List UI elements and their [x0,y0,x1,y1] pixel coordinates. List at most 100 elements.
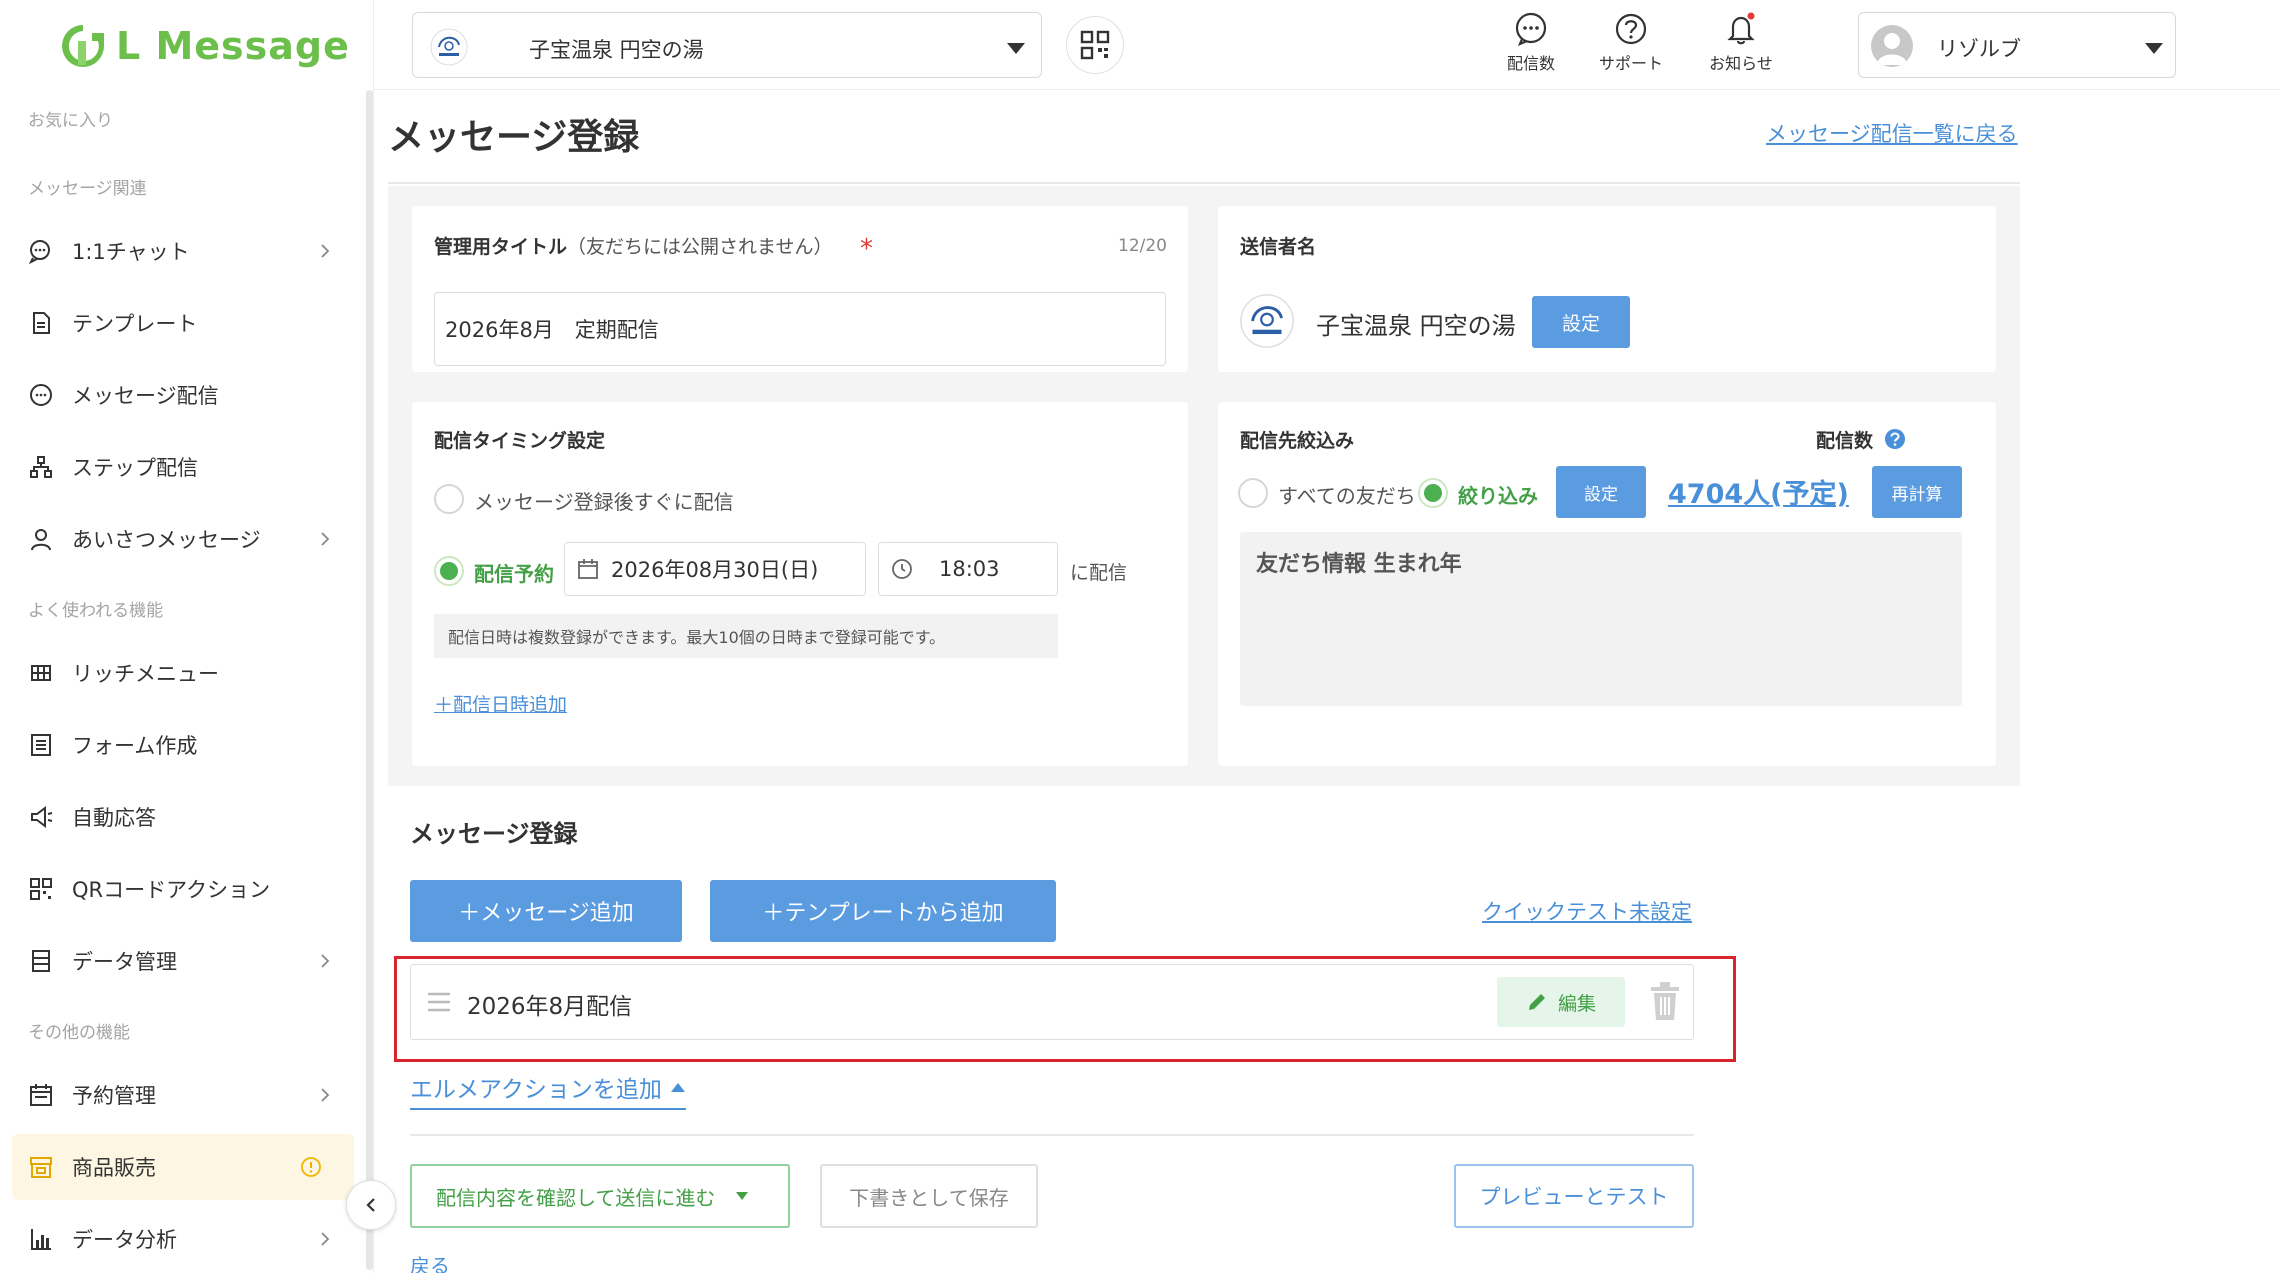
add-from-template-button[interactable]: ＋テンプレートから追加 [710,880,1056,942]
person-icon [31,529,51,551]
speech-bubble-icon [1515,12,1547,46]
document-icon [33,312,50,334]
delivery-count-button[interactable]: 配信数 [1486,12,1576,82]
sidebar-item-label: QRコードアクション [72,878,271,902]
targeting-label: 配信先絞込み [1240,430,1355,452]
logo-text: L Message [116,24,350,68]
chat-icon [28,240,50,264]
filter-summary: 友だち情報 生まれ年 [1240,532,1962,706]
chevron-right-icon [321,532,330,546]
radio-scheduled[interactable] [434,556,464,586]
support-label: サポート [1598,54,1663,73]
save-draft-button[interactable]: 下書きとして保存 [820,1164,1038,1228]
notifications-label: お知らせ [1709,54,1773,73]
notifications-button[interactable]: お知らせ [1696,12,1786,82]
sidebar-item-message-delivery[interactable]: メッセージ配信 [12,362,354,428]
admin-title-label-text: 管理用タイトル [434,236,568,258]
page-title: メッセージ登録 [388,117,640,158]
radio-all-friends[interactable] [1238,478,1268,508]
account-select[interactable]: 子宝温泉 円空の湯 [412,12,1042,78]
preview-test-button[interactable]: プレビューとテスト [1454,1164,1694,1228]
avatar-icon [1877,33,1907,65]
recalculate-button[interactable]: 再計算 [1872,466,1962,518]
settings-panel: 管理用タイトル（友だちには公開されません） * 12/20 2026年8月 定期… [388,186,2020,786]
filter-summary-text: 友だち情報 生まれ年 [1256,552,1462,577]
divider [410,1134,1694,1136]
help-icon [1615,13,1647,45]
favorites-label: お気に入り [28,111,113,131]
help-icon[interactable] [1884,428,1906,450]
time-input[interactable]: 18:03 [878,542,1058,596]
sidebar-item-chat[interactable]: 1:1チャット [12,218,354,284]
sidebar-item-data-management[interactable]: データ管理 [12,928,354,994]
add-datetime-link[interactable]: ＋配信日時追加 [434,690,567,717]
step-icon [30,456,52,478]
avatar [1871,25,1913,67]
back-to-list-link[interactable]: メッセージ配信一覧に戻る [1766,118,2018,148]
filter-set-button[interactable]: 設定 [1556,466,1646,518]
caret-down-icon [1007,43,1025,54]
sidebar-item-label: ステップ配信 [72,456,198,480]
back-link[interactable]: 戻る [410,1250,450,1273]
sidebar-item-reservation[interactable]: 予約管理 [12,1062,354,1128]
sidebar-item-label: データ分析 [72,1228,177,1252]
radio-filter-label: 絞り込み [1458,484,1538,508]
user-menu[interactable]: リゾルブ [1858,12,2176,78]
bell-icon [1727,12,1755,45]
highlight-box [394,956,1736,1062]
radio-filter[interactable] [1418,478,1448,508]
sidebar-item-label: メッセージ配信 [72,384,219,408]
support-button[interactable]: サポート [1586,12,1676,82]
timing-card: 配信タイミング設定 メッセージ登録後すぐに配信 配信予約 2026年08月30日… [412,402,1188,766]
sidebar-item-greeting[interactable]: あいさつメッセージ [12,506,354,572]
qr-icon [30,878,52,900]
sidebar-item-rich-menu[interactable]: リッチメニュー [12,640,354,706]
admin-title-card: 管理用タイトル（友だちには公開されません） * 12/20 2026年8月 定期… [412,206,1188,372]
qr-code-button[interactable] [1066,16,1124,74]
topbar: 子宝温泉 円空の湯 配信数 サポート お知らせ リゾルブ [374,0,2280,90]
sidebar-scrollbar[interactable] [366,90,373,1270]
megaphone-icon [31,806,53,828]
targeting-card: 配信先絞込み 配信数 すべての友だち 絞り込み 設定 4704人(予定) 再計算… [1218,402,1996,766]
sidebar-item-template[interactable]: テンプレート [12,290,354,356]
quick-test-link[interactable]: クイックテスト未設定 [1482,896,1692,926]
radio-immediate-label: メッセージ登録後すぐに配信 [474,490,734,514]
logo[interactable]: L Message [58,20,350,72]
clock-icon [892,559,912,579]
chevron-right-icon [321,1232,330,1246]
radio-immediate[interactable] [434,484,464,514]
sidebar: L Message お気に入り メッセージ関連 1:1チャット テンプレート メ… [0,0,374,1273]
sidebar-item-label: フォーム作成 [72,734,198,758]
delivery-count-link[interactable]: 4704人(予定) [1668,472,1849,511]
delivery-count-label: 配信数 [1506,54,1555,73]
sender-set-button[interactable]: 設定 [1532,296,1630,348]
message-section-title: メッセージ登録 [410,820,578,848]
admin-title-sublabel: （友だちには公開されません） [567,236,833,258]
sidebar-item-form[interactable]: フォーム作成 [12,712,354,778]
logo-icon [62,25,104,67]
caret-up-icon [670,1083,685,1092]
sidebar-item-label: テンプレート [72,312,198,336]
shop-icon [30,1157,52,1178]
admin-title-label: 管理用タイトル（友だちには公開されません） [434,232,832,259]
add-action-link[interactable]: エルメアクションを追加 [410,1070,686,1110]
admin-title-input[interactable]: 2026年8月 定期配信 [434,292,1166,366]
warning-icon [301,1157,321,1177]
confirm-send-button[interactable]: 配信内容を確認して送信に進む [410,1164,790,1228]
date-input[interactable]: 2026年08月30日(日) [564,542,866,596]
sidebar-item-auto-reply[interactable]: 自動応答 [12,784,354,850]
timing-label: 配信タイミング設定 [434,430,606,452]
sidebar-item-label: 1:1チャット [72,240,190,264]
required-mark: * [860,234,873,264]
add-action-label: エルメアクションを追加 [410,1077,662,1103]
sidebar-item-qr-action[interactable]: QRコードアクション [12,856,354,922]
sidebar-collapse-button[interactable] [346,1180,396,1230]
add-message-button[interactable]: ＋メッセージ追加 [410,880,682,942]
sidebar-item-product-sales[interactable]: 商品販売 [12,1134,354,1200]
chevron-right-icon [321,954,330,968]
caret-down-icon [736,1192,749,1200]
account-name: 子宝温泉 円空の湯 [529,38,704,62]
sidebar-item-analytics[interactable]: データ分析 [12,1206,354,1272]
char-counter: 12/20 [1118,236,1167,256]
sidebar-item-step-delivery[interactable]: ステップ配信 [12,434,354,500]
